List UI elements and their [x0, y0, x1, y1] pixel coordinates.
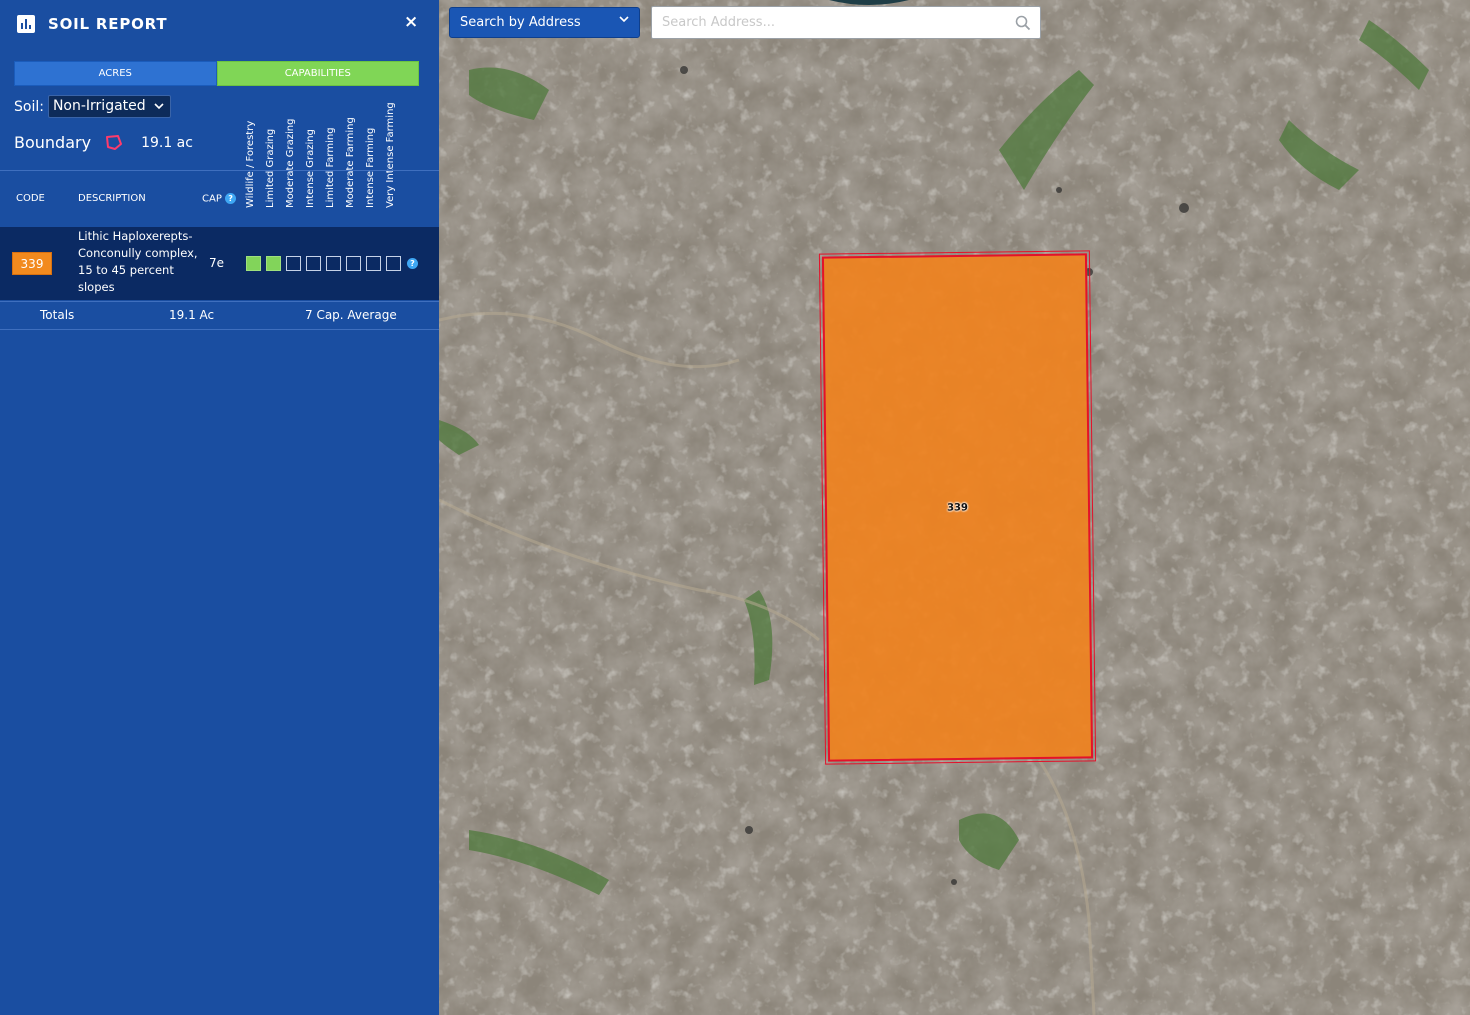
- search-mode-value: Search by Address: [460, 15, 581, 30]
- capability-box-empty: [326, 256, 341, 271]
- cap-header-intense-grazing: Intense Grazing: [305, 129, 316, 208]
- panel-header: SOIL REPORT ×: [0, 0, 439, 48]
- report-tabs: ACRES CAPABILITIES: [14, 61, 419, 86]
- soil-report-panel: SOIL REPORT × ACRES CAPABILITIES Soil: N…: [0, 0, 439, 1015]
- soil-type-value: Non-Irrigated: [52, 98, 146, 114]
- capability-box-filled: [246, 256, 261, 271]
- table-row[interactable]: 339 Lithic Haploxerepts-Conconully compl…: [0, 227, 439, 300]
- capability-box-empty: [386, 256, 401, 271]
- tab-acres[interactable]: ACRES: [14, 61, 217, 86]
- parcel-boundary[interactable]: 339: [818, 250, 1097, 765]
- cap-header-limited-grazing: Limited Grazing: [265, 128, 276, 208]
- cap-header-very-intense-farming: Very Intense Farming: [385, 102, 396, 208]
- boundary-summary: Boundary 19.1 ac: [14, 133, 193, 152]
- soil-label: Soil:: [14, 98, 44, 115]
- cap-header-limited-farming: Limited Farming: [325, 127, 336, 208]
- capability-class: 7e: [209, 256, 225, 270]
- polygon-icon: [106, 134, 123, 150]
- soil-selector-row: Soil: Non-Irrigated: [14, 95, 171, 118]
- divider: [0, 329, 439, 330]
- boundary-acres: 19.1 ac: [141, 134, 193, 151]
- totals-row: Totals 19.1 Ac 7 Cap. Average: [0, 302, 439, 328]
- cap-header-wildlife-forestry: Wildlife / Forestry: [245, 120, 256, 208]
- column-header-cap: CAP ?: [202, 193, 237, 205]
- cap-header-moderate-grazing: Moderate Grazing: [285, 118, 296, 208]
- search-icon[interactable]: [1015, 15, 1031, 31]
- divider: [0, 170, 439, 171]
- capability-boxes: [246, 256, 406, 271]
- chevron-down-icon: [619, 16, 629, 23]
- cap-header-label: CAP: [202, 193, 222, 205]
- parcel-soil-code-label: 339: [946, 501, 969, 514]
- soil-description: Lithic Haploxerepts-Conconully complex, …: [78, 229, 198, 294]
- close-icon[interactable]: ×: [404, 12, 418, 32]
- help-icon[interactable]: ?: [407, 258, 418, 269]
- panel-title: SOIL REPORT: [48, 15, 168, 33]
- capability-box-empty: [306, 256, 321, 271]
- totals-label: Totals: [40, 308, 75, 322]
- bar-chart-icon: [17, 15, 35, 33]
- help-icon[interactable]: ?: [225, 193, 237, 204]
- address-search-box: [651, 6, 1041, 39]
- search-address-input[interactable]: [662, 15, 1002, 30]
- boundary-label: Boundary: [14, 133, 92, 152]
- capability-box-empty: [286, 256, 301, 271]
- cap-header-intense-farming: Intense Farming: [365, 127, 376, 208]
- search-mode-dropdown[interactable]: Search by Address: [449, 7, 640, 38]
- satellite-map[interactable]: 339 Search by Address: [439, 0, 1470, 1015]
- capability-box-empty: [366, 256, 381, 271]
- column-header-description: DESCRIPTION: [78, 193, 146, 204]
- capability-box-filled: [266, 256, 281, 271]
- soil-type-dropdown[interactable]: Non-Irrigated: [47, 95, 171, 118]
- cap-header-moderate-farming: Moderate Farming: [345, 117, 356, 208]
- totals-cap-average: 7 Cap. Average: [305, 308, 397, 322]
- totals-acres: 19.1 Ac: [169, 308, 215, 322]
- soil-code-badge: 339: [12, 252, 52, 275]
- tab-capabilities[interactable]: CAPABILITIES: [216, 61, 419, 86]
- column-header-code: CODE: [16, 193, 45, 204]
- chevron-down-icon: [154, 102, 164, 109]
- capability-box-empty: [346, 256, 361, 271]
